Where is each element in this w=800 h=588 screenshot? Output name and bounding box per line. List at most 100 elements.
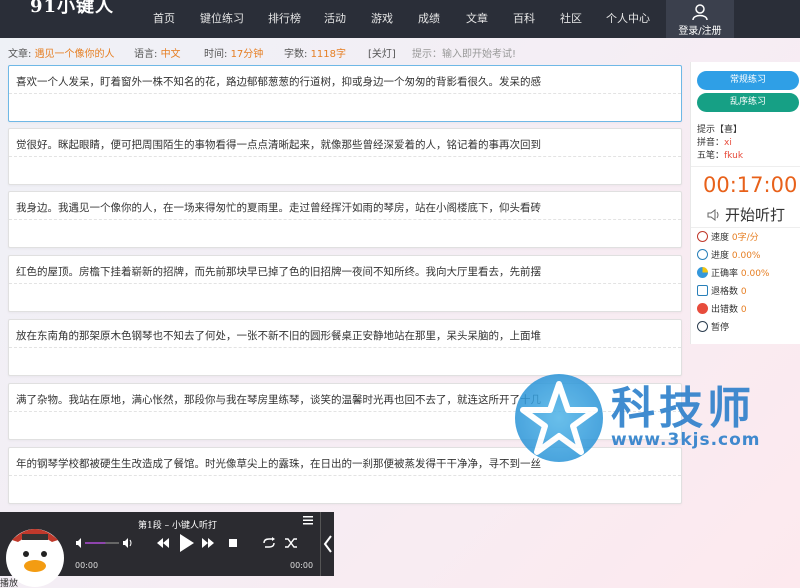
source-text: 觉很好。眯起眼睛，便可把周围陌生的事物看得一点点清晰起来，就像那些曾经深爱着的人…	[16, 139, 541, 151]
login-button[interactable]: 登录/注册	[666, 0, 734, 38]
audio-player: 第1段 – 小键人听打 00:00 00:00	[0, 512, 320, 587]
start-listen-button[interactable]: 开始听打	[707, 204, 785, 225]
chars-value: 1118字	[310, 49, 347, 60]
source-text: 喜欢一个人发呆，盯着窗外一株不知名的花，路边郁郁葱葱的行道树，抑或身边一个匆匆的…	[16, 76, 541, 88]
typing-input[interactable]	[13, 222, 677, 244]
pie-chart-icon	[697, 267, 708, 278]
previous-icon[interactable]	[157, 538, 169, 548]
nav-activity[interactable]: 活动	[324, 10, 346, 26]
text-block: 红色的屋顶。房檐下挂着崭新的招牌，而先前那块早已掉了色的旧招牌一夜间不知所终。我…	[8, 255, 682, 312]
random-practice-button[interactable]: 乱序练习	[697, 93, 799, 112]
chars-label: 字数:	[284, 49, 308, 60]
stat-errors: 出错数 0	[697, 302, 747, 315]
normal-practice-button[interactable]: 常规练习	[697, 71, 799, 90]
repeat-icon[interactable]	[262, 537, 276, 549]
volume-down-icon	[76, 538, 81, 548]
pinyin-hint: 拼音：xi	[697, 135, 732, 148]
typing-input[interactable]	[13, 286, 677, 308]
stat-backspace-value: 0	[740, 287, 747, 297]
stat-accuracy-label: 正确率	[711, 269, 739, 279]
speed-gauge-icon	[697, 231, 708, 242]
watermark: 科技师 www.3kjs.com	[515, 372, 795, 462]
watermark-logo-icon	[515, 374, 603, 462]
player-collapse-button[interactable]	[320, 512, 334, 576]
article-info: 文章: 遇见一个像你的人	[8, 45, 115, 60]
stat-speed-value: 0字/分	[731, 233, 759, 243]
error-icon	[697, 303, 708, 314]
play-label: 播放	[0, 579, 19, 588]
track-title: 第1段 – 小键人听打	[138, 521, 217, 531]
login-label: 登录/注册	[678, 26, 722, 37]
block-divider	[9, 93, 681, 94]
nav-scores[interactable]: 成绩	[418, 10, 440, 26]
play-icon[interactable]	[178, 534, 194, 552]
volume-up-icon	[123, 538, 128, 548]
volume-level	[85, 542, 106, 544]
nav-wiki[interactable]: 百科	[513, 10, 535, 26]
text-block: 放在东南角的那架原木色钢琴也不知去了何处，一张不新不旧的圆形餐桌正安静地站在那里…	[8, 319, 682, 376]
stop-icon[interactable]	[229, 539, 237, 547]
block-divider	[9, 347, 681, 348]
time-value: 17分钟	[230, 49, 264, 60]
typing-input[interactable]	[13, 350, 677, 372]
wubi-value: fkuk	[724, 151, 744, 161]
wubi-label: 五笔：	[697, 151, 725, 161]
source-text: 放在东南角的那架原木色钢琴也不知去了何处，一张不新不旧的圆形餐桌正安静地站在那里…	[16, 330, 541, 342]
language-value: 中文	[160, 49, 181, 60]
watermark-url: www.3kjs.com	[611, 430, 761, 450]
text-block: 我身边。我遇见一个像你的人，在一场来得匆忙的夏雨里。走过曾经挥汗如雨的琴房，站在…	[8, 191, 682, 248]
pause-label: 暂停	[711, 323, 730, 333]
stat-backspace-label: 退格数	[711, 287, 739, 297]
backspace-icon	[697, 285, 708, 296]
start-listen-label: 开始听打	[725, 206, 786, 224]
typing-input[interactable]	[13, 159, 677, 181]
side-panel: 常规练习 乱序练习 提示【喜】 拼音：xi 五笔：fkuk 00:17:00 开…	[690, 62, 800, 344]
progress-icon	[697, 249, 708, 260]
stat-speed-label: 速度	[711, 233, 730, 243]
typing-input[interactable]	[13, 96, 677, 118]
nav-ranking[interactable]: 排行榜	[268, 10, 301, 26]
lights-off-link[interactable]: [关灯]	[368, 45, 396, 60]
block-divider	[9, 475, 681, 476]
site-logo[interactable]: 91小键人	[30, 0, 114, 22]
speaker-icon	[707, 209, 719, 221]
top-nav: 91小键人 首页 键位练习 排行榜 活动 游戏 成绩 文章 百科 社区 个人中心…	[0, 0, 800, 38]
volume-control[interactable]	[75, 536, 135, 550]
timer-box: 00:17:00 开始听打	[691, 166, 800, 228]
block-divider	[9, 156, 681, 157]
pinyin-label: 拼音：	[697, 138, 725, 148]
logo-text: 91小键人	[30, 0, 115, 17]
nav-home[interactable]: 首页	[153, 10, 175, 26]
chars-info: 字数: 1118字	[284, 45, 346, 60]
playlist-icon[interactable]	[303, 516, 313, 525]
article-info-bar: 文章: 遇见一个像你的人 语言: 中文 时间: 17分钟 字数: 1118字 […	[0, 38, 690, 62]
nav-profile[interactable]: 个人中心	[606, 10, 650, 26]
countdown-timer: 00:17:00	[703, 173, 798, 197]
stat-progress-value: 0.00%	[731, 251, 761, 261]
elapsed-time: 00:00	[75, 561, 99, 570]
stat-errors-label: 出错数	[711, 305, 739, 315]
chevron-left-icon	[323, 535, 332, 553]
text-block: 觉很好。眯起眼睛，便可把周围陌生的事物看得一点点清晰起来，就像那些曾经深爱着的人…	[8, 128, 682, 185]
nav-key-practice[interactable]: 键位练习	[200, 10, 244, 26]
stat-errors-value: 0	[740, 305, 747, 315]
block-divider	[9, 283, 681, 284]
language-label: 语言:	[134, 49, 158, 60]
text-block: 喜欢一个人发呆，盯着窗外一株不知名的花，路边郁郁葱葱的行道树，抑或身边一个匆匆的…	[8, 65, 682, 122]
block-divider	[9, 219, 681, 220]
nav-articles[interactable]: 文章	[466, 10, 488, 26]
article-title[interactable]: 遇见一个像你的人	[35, 49, 115, 60]
next-icon[interactable]	[202, 538, 214, 548]
pause-button[interactable]: 暂停	[697, 320, 729, 333]
time-label: 时间:	[204, 49, 228, 60]
nav-community[interactable]: 社区	[560, 10, 582, 26]
stat-accuracy: 正确率 0.00%	[697, 266, 769, 279]
pause-icon	[697, 321, 708, 332]
watermark-title: 科技师	[611, 383, 755, 434]
typing-input[interactable]	[13, 478, 677, 500]
typing-tip: 提示：输入即开始考试!	[412, 49, 517, 60]
shuffle-icon[interactable]	[284, 537, 298, 549]
nav-games[interactable]: 游戏	[371, 10, 393, 26]
stat-backspace: 退格数 0	[697, 284, 747, 297]
pinyin-value: xi	[724, 138, 732, 148]
